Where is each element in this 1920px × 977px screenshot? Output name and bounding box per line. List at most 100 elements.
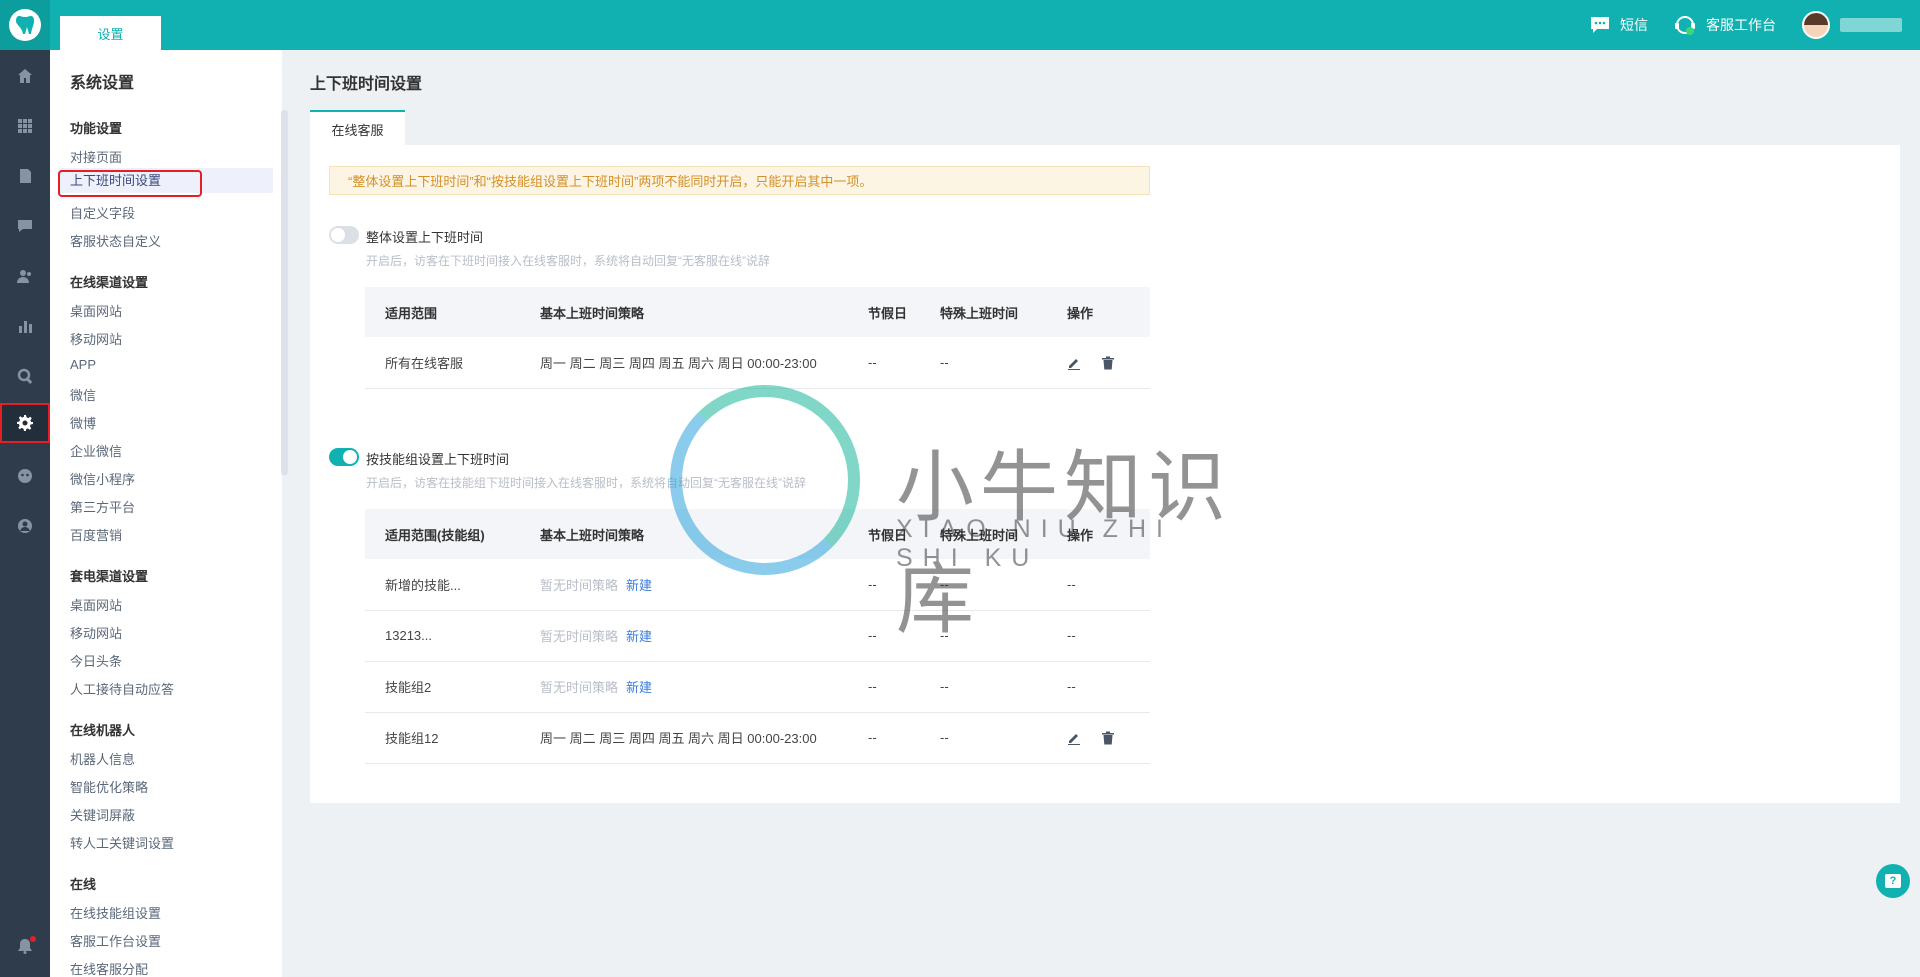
sidebar-item[interactable]: 微信小程序 (70, 469, 135, 488)
sidebar-item[interactable]: 桌面网站 (70, 595, 122, 614)
sidebar-item[interactable]: 客服状态自定义 (70, 231, 161, 250)
overall-hours-label: 整体设置上下班时间 (366, 230, 484, 245)
cell-special: -- (920, 712, 1047, 764)
edit-icon[interactable] (1067, 731, 1081, 746)
cell-policy: 暂无时间策略 新建 (520, 559, 848, 611)
col-policy: 基本上班时间策略 (520, 509, 848, 559)
sidebar-item[interactable]: 移动网站 (70, 329, 122, 348)
sidebar-item[interactable]: APP (70, 357, 96, 372)
edit-icon[interactable] (1067, 356, 1081, 371)
avatar (1802, 11, 1830, 39)
cell-special: -- (920, 661, 1047, 713)
app-logo[interactable] (0, 0, 50, 50)
col-special: 特殊上班时间 (920, 509, 1047, 559)
sidebar-item[interactable]: 微博 (70, 413, 96, 432)
tooth-logo-icon (9, 9, 41, 41)
cell-scope: 技能组12 (365, 712, 520, 764)
new-policy-link[interactable]: 新建 (626, 578, 652, 593)
user-menu[interactable] (1802, 11, 1902, 39)
cell-ops: -- (1047, 559, 1150, 611)
col-ops: 操作 (1047, 287, 1150, 337)
skill-group-hours-label: 按技能组设置上下班时间 (366, 452, 510, 467)
cell-holiday: -- (848, 610, 920, 662)
rail-account[interactable] (0, 506, 50, 546)
sidebar-item[interactable]: 在线技能组设置 (70, 903, 161, 922)
table-row: 13213... 暂无时间策略 新建 -- -- -- (365, 610, 1150, 662)
sidebar-item[interactable]: 微信 (70, 385, 96, 404)
stats-icon (19, 321, 32, 333)
overall-hours-desc: 开启后，访客在下班时间接入在线客服时，系统将自动回复“无客服在线”说辞 (366, 254, 770, 268)
rail-documents[interactable] (0, 156, 50, 196)
sidebar-item[interactable]: 自定义字段 (70, 203, 135, 222)
rail-settings[interactable] (0, 403, 50, 443)
rail-customers[interactable] (0, 256, 50, 296)
cell-scope: 技能组2 (365, 661, 520, 713)
skill-group-hours-toggle[interactable] (329, 448, 359, 466)
cell-policy: 周一 周二 周三 周四 周五 周六 周日 00:00-23:00 (520, 337, 848, 389)
col-holiday: 节假日 (848, 509, 920, 559)
cell-special: -- (920, 610, 1047, 662)
sms-label: 短信 (1620, 17, 1648, 33)
rail-notifications[interactable] (0, 926, 50, 966)
policy-empty-text: 暂无时间策略 (540, 577, 619, 593)
rail-robot[interactable] (0, 456, 50, 496)
sidebar-scrollbar[interactable] (281, 110, 288, 475)
cell-ops: -- (1047, 661, 1150, 713)
cell-scope: 所有在线客服 (365, 337, 520, 389)
table-row: 技能组2 暂无时间策略 新建 -- -- -- (365, 661, 1150, 713)
sidebar-item[interactable]: 关键词屏蔽 (70, 805, 135, 824)
cell-ops (1047, 337, 1150, 389)
cell-policy: 暂无时间策略 新建 (520, 661, 848, 713)
sidebar-item[interactable]: 机器人信息 (70, 749, 135, 768)
sidebar-item[interactable]: 百度营销 (70, 525, 122, 544)
sms-button[interactable]: 短信 (1590, 15, 1648, 35)
customers-icon (17, 270, 31, 283)
sidebar-item[interactable]: 移动网站 (70, 623, 122, 642)
cell-policy: 暂无时间策略 新建 (520, 610, 848, 662)
sidebar-item[interactable]: 企业微信 (70, 441, 122, 460)
chat-icon (18, 220, 32, 232)
policy-empty-text: 暂无时间策略 (540, 680, 619, 695)
overall-hours-toggle[interactable] (329, 226, 359, 244)
delete-icon[interactable] (1101, 356, 1115, 370)
sidebar-group: 在线渠道设置 (70, 275, 149, 290)
sidebar-item[interactable]: 今日头条 (70, 651, 122, 670)
cell-holiday: -- (848, 661, 920, 713)
rail-home[interactable] (0, 56, 50, 96)
sidebar-title: 系统设置 (70, 75, 135, 92)
settings-icon (17, 415, 33, 431)
sms-icon (1591, 17, 1609, 33)
headset-icon (1675, 16, 1695, 35)
sidebar-item[interactable]: 桌面网站 (70, 301, 122, 320)
cell-scope: 13213... (365, 610, 520, 662)
workbench-button[interactable]: 客服工作台 (1674, 14, 1776, 36)
col-ops: 操作 (1047, 509, 1150, 559)
sidebar-item[interactable]: 客服工作台设置 (70, 931, 161, 950)
tab-online-service[interactable]: 在线客服 (310, 110, 405, 146)
rail-search[interactable] (0, 356, 50, 396)
sidebar-group: 在线机器人 (70, 723, 136, 738)
cell-holiday: -- (848, 337, 920, 389)
help-icon: ? (1885, 874, 1901, 888)
rail-chat[interactable] (0, 206, 50, 246)
skill-group-hours-desc: 开启后，访客在技能组下班时间接入在线客服时，系统将自动回复“无客服在线”说辞 (366, 476, 806, 490)
policy-empty-text: 暂无时间策略 (540, 629, 619, 644)
new-policy-link[interactable]: 新建 (626, 629, 652, 644)
rail-apps[interactable] (0, 106, 50, 146)
robot-icon (18, 469, 32, 483)
delete-icon[interactable] (1101, 731, 1115, 745)
help-button[interactable]: ? (1876, 864, 1910, 898)
sidebar-item[interactable]: 人工接待自动应答 (70, 679, 174, 698)
apps-grid-icon (18, 119, 32, 133)
sidebar-item[interactable]: 转人工关键词设置 (70, 833, 174, 852)
col-special: 特殊上班时间 (920, 287, 1047, 337)
sidebar-item[interactable]: 智能优化策略 (70, 777, 148, 796)
cell-scope: 新增的技能... (365, 559, 520, 611)
tab-settings[interactable]: 设置 (60, 16, 161, 50)
sidebar-item[interactable]: 在线客服分配 (70, 959, 148, 977)
rail-stats[interactable] (0, 306, 50, 346)
new-policy-link[interactable]: 新建 (626, 680, 652, 695)
sidebar-item[interactable]: 对接页面 (70, 147, 122, 166)
notification-dot (30, 936, 36, 942)
sidebar-item[interactable]: 第三方平台 (70, 497, 135, 516)
